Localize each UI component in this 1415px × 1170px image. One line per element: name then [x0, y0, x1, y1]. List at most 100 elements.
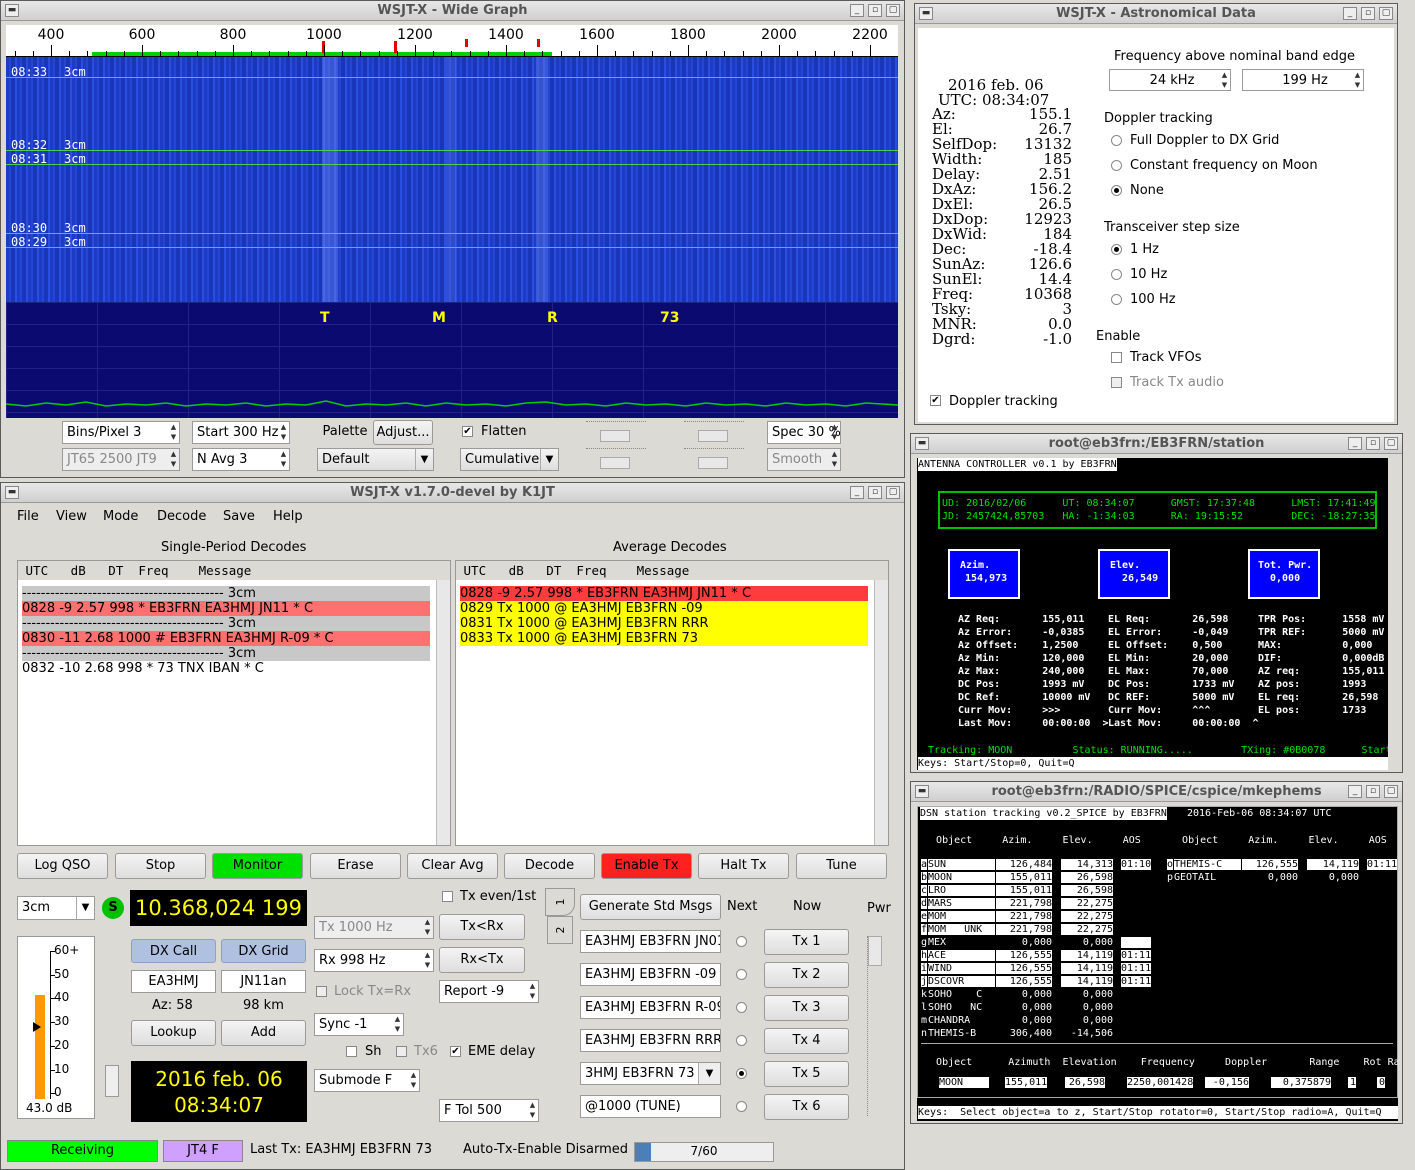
tx-message-field[interactable]: EA3HMJ EB3FRN RRR: [580, 1029, 721, 1052]
khz-spinbox[interactable]: 24 kHz ▲ ▼: [1109, 69, 1231, 91]
tx4-now-button[interactable]: Tx 4: [764, 1028, 849, 1054]
close-icon[interactable]: ▢: [886, 4, 900, 17]
f-tol-spinbox[interactable]: F Tol 500 ▲ ▼: [439, 1099, 539, 1122]
menu-icon[interactable]: ▬: [915, 437, 929, 450]
maximize-icon[interactable]: ▫: [1366, 785, 1380, 798]
dsn-object-key[interactable]: n: [921, 1028, 927, 1039]
step-100hz-radio[interactable]: [1111, 294, 1122, 305]
report-spinbox[interactable]: Report -9 ▲ ▼: [439, 980, 539, 1003]
minimize-icon[interactable]: _: [1348, 785, 1362, 798]
smooth-spinbox[interactable]: Smooth ▲ ▼: [767, 448, 841, 471]
dsn-object-key[interactable]: c: [921, 885, 928, 896]
bins-per-pixel-spinbox[interactable]: Bins/Pixel 3 ▲ ▼: [62, 421, 180, 444]
decode-row[interactable]: 0828 -9 2.57 998 * EB3FRN EA3HMJ JN11 * …: [460, 586, 868, 601]
menu-icon[interactable]: ▬: [5, 4, 19, 17]
doppler-full-radio[interactable]: [1111, 135, 1122, 146]
menu-file[interactable]: File: [17, 509, 39, 524]
dsn-object-name[interactable]: SUN: [928, 859, 995, 870]
tune-button[interactable]: Tune: [796, 853, 887, 879]
dx-call-field[interactable]: EA3HMJ: [131, 970, 216, 993]
dsn-object-name[interactable]: CHANDRA: [928, 1015, 995, 1026]
cumulative-combo[interactable]: Cumulative ▼: [460, 448, 559, 471]
dsn-object-name[interactable]: SOHO NC: [928, 1002, 995, 1013]
dsn-object-name[interactable]: LRO: [928, 885, 995, 896]
tx3-next-radio[interactable]: [736, 1002, 747, 1013]
dsn-object-name[interactable]: DSCOVR: [928, 976, 995, 987]
dsn-object-key[interactable]: e: [921, 911, 928, 922]
close-icon[interactable]: ▢: [886, 486, 900, 499]
single-decodes-panel[interactable]: UTC dB DT Freq Message -----------------…: [17, 560, 451, 846]
dsn-object-key[interactable]: j: [921, 976, 928, 987]
minimize-icon[interactable]: _: [850, 4, 864, 17]
spec-spinbox[interactable]: Spec 30 % ▲ ▼: [767, 421, 841, 444]
minimize-icon[interactable]: _: [850, 486, 864, 499]
dsn-object-name[interactable]: MARS: [928, 898, 995, 909]
smoothing-slider[interactable]: [586, 448, 646, 470]
doppler-constant-radio[interactable]: [1111, 160, 1122, 171]
dsn-object-key[interactable]: h: [921, 950, 928, 961]
menu-view[interactable]: View: [56, 509, 87, 524]
close-icon[interactable]: ▢: [1384, 785, 1398, 798]
monitor-button[interactable]: Monitor: [212, 853, 303, 879]
average-decodes-panel[interactable]: UTC dB DT Freq Message 0828 -9 2.57 998 …: [455, 560, 889, 846]
tx-message-field[interactable]: EA3HMJ EB3FRN R-09: [580, 996, 721, 1019]
tx1-now-button[interactable]: Tx 1: [764, 929, 849, 955]
eme-delay-checkbox[interactable]: ✔: [450, 1046, 461, 1057]
decode-row[interactable]: 0830 -11 2.68 1000 # EB3FRN EA3HMJ R-09 …: [22, 631, 430, 646]
lookup-button[interactable]: Lookup: [131, 1020, 216, 1046]
tx-message-field[interactable]: @1000 (TUNE): [580, 1095, 721, 1118]
decode-row[interactable]: 0831 Tx 1000 @ EA3HMJ EB3FRN RRR: [460, 616, 868, 631]
generate-std-msgs-button[interactable]: Generate Std Msgs: [580, 894, 721, 920]
tx-message-field[interactable]: 3HMJ EB3FRN 73 ▼: [580, 1062, 721, 1085]
decode-row[interactable]: ----------------------------------------…: [22, 616, 430, 631]
ref-slider[interactable]: [684, 448, 744, 470]
decode-row[interactable]: ----------------------------------------…: [22, 646, 430, 661]
dsn-object-key[interactable]: b: [921, 872, 928, 883]
decode-button[interactable]: Decode: [504, 853, 595, 879]
tx-message-field[interactable]: EA3HMJ EB3FRN JN01: [580, 930, 721, 953]
zero-slider[interactable]: [684, 421, 744, 443]
tx5-next-radio[interactable]: [736, 1068, 747, 1079]
scrollbar[interactable]: [436, 580, 450, 845]
doppler-tracking-checkbox[interactable]: ✔: [930, 395, 941, 406]
tx6-now-button[interactable]: Tx 6: [764, 1094, 849, 1120]
step-1hz-radio[interactable]: [1111, 244, 1122, 255]
decode-row[interactable]: ----------------------------------------…: [22, 586, 430, 601]
dsn-object-name[interactable]: MOM UNK: [928, 924, 995, 935]
track-vfos-checkbox[interactable]: [1111, 352, 1122, 363]
rx-freq-spinbox[interactable]: Rx 998 Hz ▲ ▼: [314, 949, 434, 972]
minimize-icon[interactable]: _: [1348, 437, 1362, 450]
sync-spinbox[interactable]: Sync -1 ▲ ▼: [314, 1013, 404, 1036]
dsn-object-key[interactable]: g: [921, 937, 927, 948]
menu-decode[interactable]: Decode: [157, 509, 206, 524]
tab-2[interactable]: 2: [547, 916, 573, 944]
decode-row[interactable]: 0828 -9 2.57 998 * EB3FRN EA3HMJ JN11 * …: [22, 601, 430, 616]
tx4-next-radio[interactable]: [736, 1035, 747, 1046]
meter-scroll[interactable]: [105, 1065, 119, 1097]
start-freq-spinbox[interactable]: Start 300 Hz ▲ ▼: [192, 421, 290, 444]
tx2-next-radio[interactable]: [736, 969, 747, 980]
stop-button[interactable]: Stop: [115, 853, 206, 879]
tx-freq-spinbox[interactable]: Tx 1000 Hz ▲ ▼: [314, 916, 434, 939]
n-avg-spinbox[interactable]: N Avg 3 ▲ ▼: [192, 448, 290, 471]
hz-spinbox[interactable]: 199 Hz ▲ ▼: [1242, 69, 1364, 91]
dsn-object-key[interactable]: d: [921, 898, 928, 909]
tx5-now-button[interactable]: Tx 5: [764, 1061, 849, 1087]
add-button[interactable]: Add: [221, 1020, 306, 1046]
dsn-object-key[interactable]: f: [921, 924, 928, 935]
dsn-object-key[interactable]: m: [921, 1015, 927, 1026]
clear-avg-button[interactable]: Clear Avg: [407, 853, 498, 879]
tx1-next-radio[interactable]: [736, 936, 747, 947]
scrollbar[interactable]: [874, 580, 888, 845]
menu-save[interactable]: Save: [223, 509, 255, 524]
dsn-object-key[interactable]: o: [1167, 859, 1174, 870]
pwr-slider[interactable]: [867, 936, 882, 1116]
tx6-next-radio[interactable]: [736, 1101, 747, 1112]
waterfall[interactable]: 08:33 3cm 08:32 3cm 08:31 3cm 08:30 3cm 08:29 3cm: [6, 57, 898, 302]
dsn-object-key[interactable]: p: [1167, 872, 1173, 883]
dsn-object-name[interactable]: GEOTAIL: [1174, 872, 1241, 883]
lock-tx-rx-checkbox[interactable]: [316, 986, 327, 997]
dsn-object-name[interactable]: MOON: [928, 872, 995, 883]
dsn-object-name[interactable]: THEMIS-B: [928, 1028, 995, 1039]
track-tx-audio-checkbox[interactable]: [1111, 377, 1122, 388]
